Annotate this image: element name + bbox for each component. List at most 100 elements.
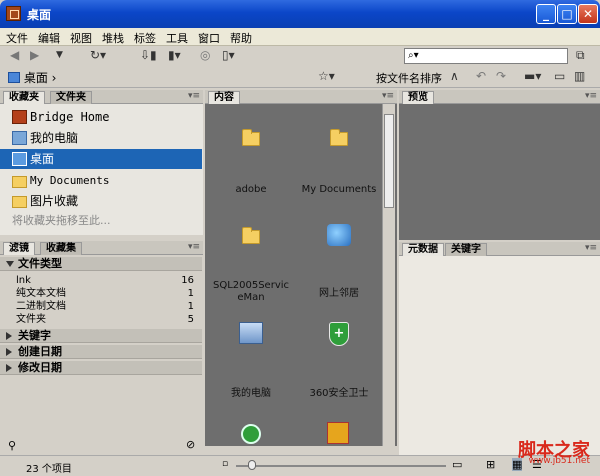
filter-row[interactable]: 文件夹 5	[0, 313, 202, 326]
breadcrumb-location: 桌面	[23, 71, 48, 85]
pin-icon[interactable]: ⚲	[8, 439, 16, 452]
shield-icon: +	[329, 322, 349, 346]
navigation-toolbar: ◀ ▶ ▼ ↻▾ ⇩▮ ▮▾ ◎ ▯▾ ⌕▾ ⧉	[0, 46, 600, 65]
desktop-icon	[8, 72, 20, 83]
tab-folders[interactable]: 文件夹	[50, 91, 92, 104]
panel-menu-icon[interactable]: ▾≡	[188, 242, 200, 252]
favorite-bridge-home[interactable]: Bridge Home	[0, 107, 202, 127]
tab-keywords[interactable]: 关键字	[445, 243, 487, 256]
filter-section-file-type[interactable]: 文件类型	[0, 257, 202, 271]
search-icon: ⌕▾	[408, 50, 419, 61]
metadata-panel: 元数据 关键字 ▾≡	[399, 242, 600, 455]
menu-edit[interactable]: 编辑	[32, 28, 64, 46]
watermark-url: www.jb51.net	[528, 456, 590, 466]
open-in-camera-raw-icon[interactable]: ▯▾	[222, 47, 235, 63]
favorite-my-computer[interactable]: 我的电脑	[0, 128, 202, 148]
tab-content[interactable]: 内容	[208, 91, 240, 104]
filter-row[interactable]: lnk 16	[0, 274, 202, 287]
reveal-recent-icon[interactable]: ↻▾	[90, 47, 106, 63]
refine-icon[interactable]: ▮▾	[168, 47, 181, 63]
partial-item-icon[interactable]	[241, 424, 261, 444]
panel-menu-icon[interactable]: ▾≡	[188, 91, 200, 101]
preview-panel: 预览 ▾≡	[399, 90, 600, 240]
filter-section-date-created[interactable]: 创建日期	[0, 345, 202, 359]
path-bar: 桌面 › ☆▾ 按文件名排序 ∧ ↶ ↷ ▬▾ ▭ ▥	[0, 65, 600, 88]
menu-file[interactable]: 文件	[0, 28, 32, 46]
desktop-icon	[12, 152, 27, 166]
scroll-thumb[interactable]	[384, 114, 394, 208]
filter-section-keywords[interactable]: 关键字	[0, 329, 202, 343]
zoom-out-icon[interactable]: ▫	[222, 459, 228, 469]
close-button[interactable]: ✕	[578, 4, 598, 24]
clear-filter-icon[interactable]: ⊘	[186, 438, 195, 451]
favorites-panel: 收藏夹 文件夹 ▾≡ Bridge Home 我的电脑 桌面 My Docume…	[0, 90, 203, 235]
rotate-icon[interactable]: ◎	[200, 47, 210, 63]
drag-favorites-hint: 将收藏夹拖移至此...	[12, 214, 111, 227]
search-input[interactable]: ⌕▾	[404, 48, 568, 64]
tab-collections[interactable]: 收藏集	[40, 242, 82, 255]
filter-row[interactable]: 纯文本文档 1	[0, 287, 202, 300]
computer-icon	[12, 131, 27, 145]
content-item-sql2005[interactable]: SQL2005ServiceMan	[205, 226, 297, 303]
open-recent-icon[interactable]: ▭	[554, 68, 565, 84]
rotate-right-icon[interactable]: ↷	[496, 68, 506, 84]
forward-arrow-icon[interactable]: ▶	[30, 47, 39, 63]
menu-help[interactable]: 帮助	[224, 28, 256, 46]
panel-menu-icon[interactable]: ▾≡	[382, 91, 394, 101]
trash-icon[interactable]: ▥	[574, 68, 585, 84]
sort-label[interactable]: 按文件名排序	[376, 70, 442, 86]
filter-section-date-modified[interactable]: 修改日期	[0, 361, 202, 375]
folder-icon	[12, 196, 27, 208]
tab-favorites[interactable]: 收藏夹	[3, 91, 45, 104]
content-item-network[interactable]: 网上邻居	[293, 224, 385, 299]
tab-preview[interactable]: 预览	[402, 91, 434, 104]
menu-stacks[interactable]: 堆栈	[96, 28, 128, 46]
rotate-left-icon[interactable]: ↶	[476, 68, 486, 84]
star-filter-icon[interactable]: ☆▾	[318, 68, 335, 84]
recent-dropdown-icon[interactable]: ▼	[56, 47, 63, 63]
minimize-button[interactable]: _	[536, 4, 556, 24]
favorite-my-pictures[interactable]: 图片收藏	[0, 191, 202, 211]
content-item-adobe[interactable]: adobe	[205, 128, 297, 195]
status-bar: 23 个项目 ▫ ▭ ⊞ ▦ ☰	[0, 455, 600, 476]
content-item-my-computer[interactable]: 我的电脑	[205, 322, 297, 399]
menu-label[interactable]: 标签	[128, 28, 160, 46]
window-title: 桌面	[27, 8, 52, 22]
menu-view[interactable]: 视图	[64, 28, 96, 46]
panel-menu-icon[interactable]: ▾≡	[585, 91, 597, 101]
folder-icon	[240, 129, 262, 152]
sort-direction-icon[interactable]: ∧	[450, 68, 459, 84]
breadcrumb-chevron-icon: ›	[51, 71, 57, 85]
bridge-home-icon	[12, 110, 27, 124]
get-photos-icon[interactable]: ⇩▮	[140, 47, 157, 63]
tab-metadata[interactable]: 元数据	[402, 243, 444, 256]
content-item-my-documents[interactable]: My Documents	[293, 128, 385, 195]
thumbnail-size-slider[interactable]	[236, 465, 446, 467]
folder-icon	[328, 129, 350, 152]
folder-icon	[12, 176, 27, 188]
favorite-my-documents[interactable]: My Documents	[0, 171, 202, 191]
slider-handle[interactable]	[248, 460, 256, 470]
compact-mode-icon[interactable]: ⧉	[576, 47, 585, 63]
panel-menu-icon[interactable]: ▾≡	[585, 243, 597, 253]
menu-window[interactable]: 窗口	[192, 28, 224, 46]
bridge-app-icon	[6, 6, 21, 21]
new-folder-icon[interactable]: ▬▾	[524, 68, 541, 84]
item-count: 23 个项目	[26, 464, 72, 475]
back-arrow-icon[interactable]: ◀	[10, 47, 19, 63]
grid-view-icon[interactable]: ⊞	[486, 458, 495, 471]
content-panel: 内容 ▾≡ adobe My Documents SQL2005ServiceM…	[205, 90, 397, 446]
folder-icon	[240, 227, 262, 250]
breadcrumb[interactable]: 桌面 ›	[8, 69, 56, 86]
favorite-desktop[interactable]: 桌面	[0, 149, 202, 169]
filter-row[interactable]: 二进制文档 1	[0, 300, 202, 313]
maximize-button[interactable]: □	[557, 4, 577, 24]
menu-bar: 文件 编辑 视图 堆栈 标签 工具 窗口 帮助	[0, 28, 600, 46]
computer-icon	[239, 322, 263, 344]
tab-filter[interactable]: 滤镜	[3, 242, 35, 255]
content-item-360[interactable]: + 360安全卫士	[293, 322, 385, 399]
zoom-in-icon[interactable]: ▭	[452, 458, 462, 471]
content-scrollbar[interactable]	[382, 104, 395, 446]
menu-tools[interactable]: 工具	[160, 28, 192, 46]
partial-item-icon[interactable]	[327, 422, 349, 444]
